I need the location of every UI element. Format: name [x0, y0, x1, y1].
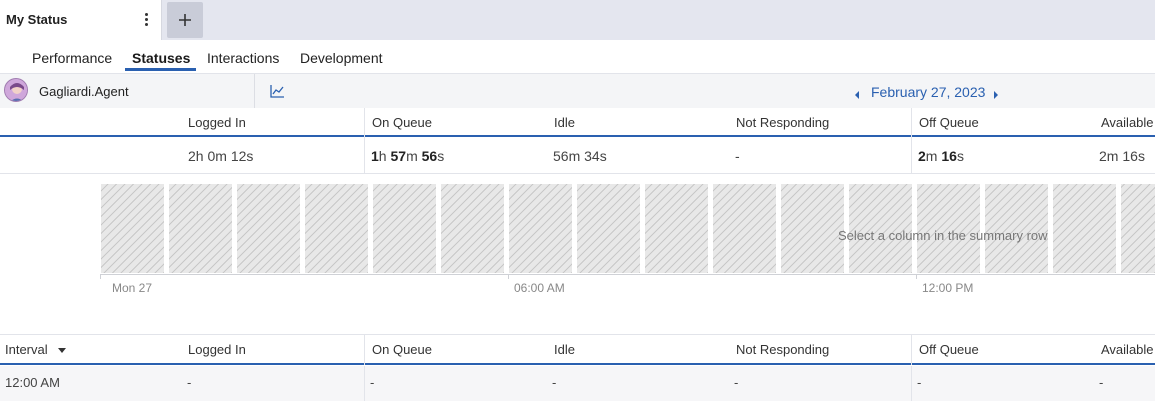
- plus-icon: [179, 14, 191, 26]
- column-header-on-queue[interactable]: On Queue: [372, 115, 432, 130]
- column-header-off-queue[interactable]: Off Queue: [919, 342, 979, 357]
- timeline-bar: [237, 184, 300, 273]
- interval-cell: 12:00 AM: [5, 375, 60, 390]
- divider: [364, 366, 365, 401]
- axis-label: 12:00 PM: [922, 281, 974, 295]
- divider: [911, 108, 912, 137]
- sort-descending-icon[interactable]: [57, 348, 66, 354]
- caret-right-icon[interactable]: [992, 87, 1000, 105]
- divider: [364, 335, 365, 365]
- summary-value-logged-in[interactable]: 2h 0m 12s: [188, 148, 253, 164]
- axis-label: 06:00 AM: [514, 281, 565, 295]
- available-cell: -: [1099, 375, 1104, 390]
- tab-strip: My Status: [0, 0, 1155, 40]
- summary-value-off-queue[interactable]: 2m 16s: [918, 148, 964, 164]
- column-header-not-responding[interactable]: Not Responding: [736, 342, 829, 357]
- timeline-bar: [373, 184, 436, 273]
- timeline-bar: [577, 184, 640, 273]
- axis-tick: [508, 274, 509, 279]
- divider: [911, 335, 912, 365]
- axis-tick: [100, 274, 101, 279]
- column-header-interval-label: Interval: [5, 342, 48, 357]
- column-header-logged-in[interactable]: Logged In: [188, 115, 246, 130]
- agent-name: Gagliardi.Agent: [39, 84, 129, 99]
- column-header-idle[interactable]: Idle: [554, 342, 575, 357]
- timeline-bar: [781, 184, 844, 273]
- tab-interactions[interactable]: Interactions: [207, 50, 279, 66]
- summary-value-on-queue[interactable]: 1h 57m 56s: [371, 148, 444, 164]
- tab-my-status-label: My Status: [6, 12, 68, 27]
- idle-cell: -: [552, 375, 557, 390]
- timeline-bar: [169, 184, 232, 273]
- axis-label: Mon 27: [112, 281, 153, 295]
- divider: [364, 108, 365, 137]
- summary-value-idle[interactable]: 56m 34s: [553, 148, 607, 164]
- divider: [254, 74, 255, 108]
- tab-statuses[interactable]: Statuses: [132, 50, 190, 66]
- timeline-bar: [1121, 184, 1155, 273]
- summary-row: 2h 0m 12s 1h 57m 56s 56m 34s - 2m 16s 2m…: [0, 137, 1155, 174]
- timeline-bar: [509, 184, 572, 273]
- summary-value-not-responding[interactable]: -: [735, 148, 740, 164]
- summary-header-row: Logged In On Queue Idle Not Responding O…: [0, 108, 1155, 137]
- column-header-available[interactable]: Available: [1101, 342, 1154, 357]
- divider: [911, 366, 912, 401]
- kebab-menu-icon[interactable]: [140, 11, 152, 29]
- timeline-bar: [1053, 184, 1116, 273]
- column-header-logged-in[interactable]: Logged In: [188, 342, 246, 357]
- tab-development[interactable]: Development: [300, 50, 383, 66]
- column-header-available[interactable]: Available: [1101, 115, 1154, 130]
- not-responding-cell: -: [734, 375, 739, 390]
- active-tab-indicator: [125, 68, 196, 71]
- on-queue-cell: -: [370, 375, 375, 390]
- timeline-bar: [645, 184, 708, 273]
- tab-my-status[interactable]: My Status: [0, 0, 162, 40]
- add-tab-button[interactable]: [167, 2, 203, 38]
- divider: [364, 137, 365, 174]
- timeline-bar: [441, 184, 504, 273]
- timeline-hint: Select a column in the summary row: [838, 228, 1048, 243]
- logged-in-cell: -: [187, 375, 192, 390]
- summary-value-available[interactable]: 2m 16s: [1099, 148, 1145, 164]
- caret-left-icon[interactable]: [853, 87, 861, 105]
- avatar: [4, 78, 28, 102]
- tab-performance[interactable]: Performance: [32, 50, 112, 66]
- timeline-axis: [100, 274, 1155, 275]
- column-header-interval[interactable]: Interval: [5, 342, 66, 357]
- timeline-bar: [713, 184, 776, 273]
- column-header-idle[interactable]: Idle: [554, 115, 575, 130]
- interval-header-row: Interval Logged In On Queue Idle Not Res…: [0, 335, 1155, 365]
- off-queue-cell: -: [917, 375, 922, 390]
- timeline-bar: [101, 184, 164, 273]
- column-header-not-responding[interactable]: Not Responding: [736, 115, 829, 130]
- line-chart-icon[interactable]: [270, 84, 285, 103]
- divider: [911, 137, 912, 174]
- table-row[interactable]: 12:00 AM - - - - - -: [0, 366, 1155, 401]
- axis-tick: [916, 274, 917, 279]
- column-header-on-queue[interactable]: On Queue: [372, 342, 432, 357]
- column-header-off-queue[interactable]: Off Queue: [919, 115, 979, 130]
- timeline-bar: [305, 184, 368, 273]
- date-picker-label[interactable]: February 27, 2023: [871, 84, 985, 100]
